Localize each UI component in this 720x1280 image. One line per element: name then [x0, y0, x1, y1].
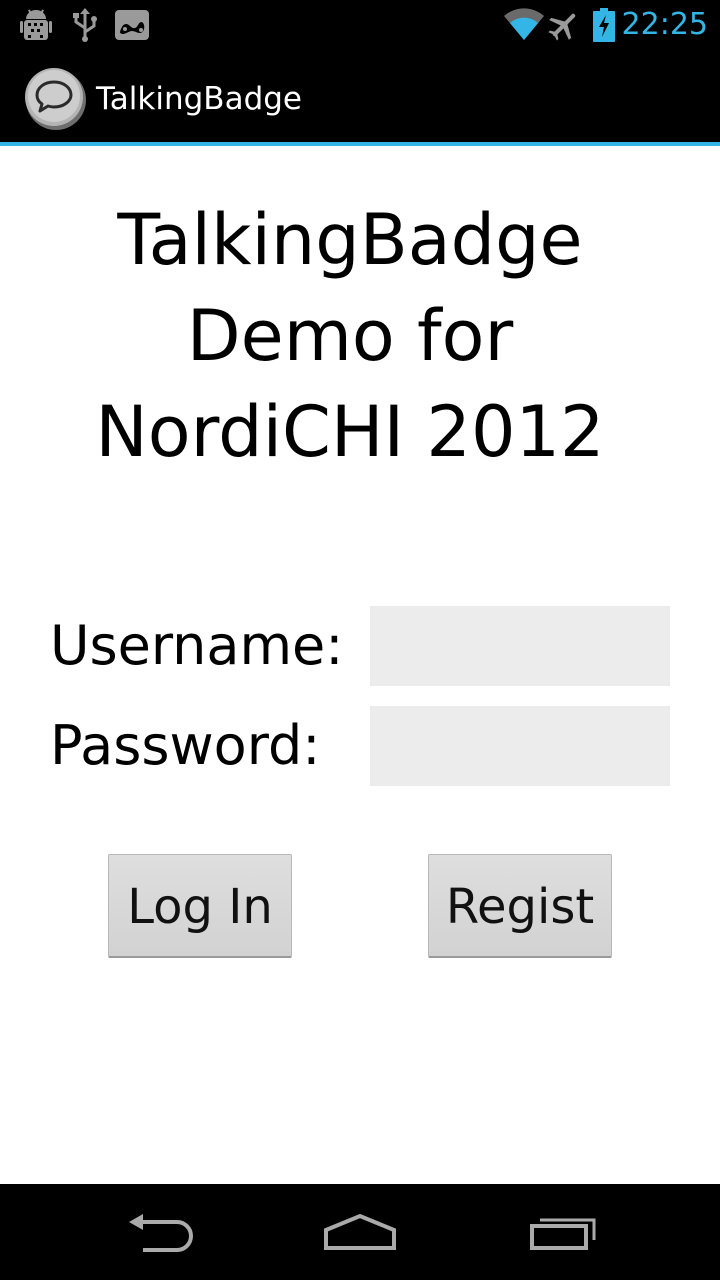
- status-bar: 22:25: [0, 0, 720, 50]
- wifi-icon: [504, 0, 544, 50]
- game-controller-icon: [114, 0, 150, 50]
- battery-charging-icon: [592, 0, 616, 50]
- username-label: Username:: [50, 614, 344, 677]
- app-title: TalkingBadge: [96, 81, 302, 117]
- status-clock: 22:25: [621, 7, 708, 42]
- login-button[interactable]: Log In: [108, 854, 292, 958]
- password-input[interactable]: [370, 706, 670, 786]
- back-icon[interactable]: [120, 1202, 200, 1262]
- usb-icon: [72, 0, 98, 50]
- chat-bubble-icon[interactable]: [24, 66, 88, 130]
- title-line-3: NordiCHI 2012: [95, 391, 605, 473]
- title-line-1: TalkingBadge: [117, 199, 583, 281]
- page-title: TalkingBadge Demo for NordiCHI 2012: [0, 192, 700, 480]
- password-label: Password:: [50, 714, 321, 777]
- action-bar: TalkingBadge: [0, 50, 720, 146]
- username-input[interactable]: [370, 606, 670, 686]
- navigation-bar: [0, 1184, 720, 1280]
- home-icon[interactable]: [320, 1202, 400, 1262]
- airplane-mode-icon: [548, 0, 580, 50]
- recent-apps-icon[interactable]: [522, 1202, 602, 1262]
- register-button[interactable]: Regist: [428, 854, 612, 958]
- android-debug-icon: [20, 0, 52, 50]
- title-line-2: Demo for: [186, 295, 514, 377]
